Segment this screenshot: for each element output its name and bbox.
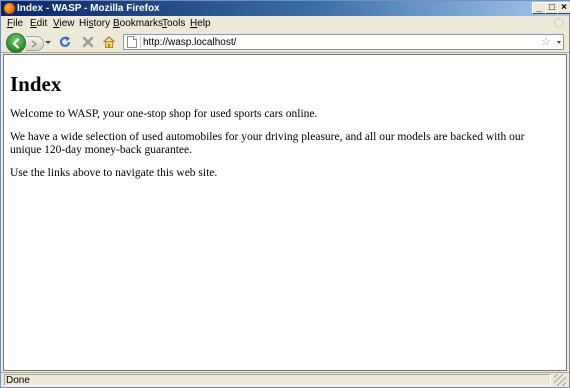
menu-edit-label: dit: [36, 18, 48, 29]
navigation-toolbar: ☆: [1, 31, 569, 53]
status-bar: Done: [1, 372, 569, 387]
menu-history[interactable]: History: [79, 17, 110, 30]
menu-bookmarks-accel: B: [113, 18, 120, 29]
page-icon: [127, 36, 137, 48]
home-icon: [102, 35, 116, 48]
reload-button[interactable]: [58, 35, 72, 49]
welcome-paragraph: Welcome to WASP, your one-stop shop for …: [10, 108, 318, 120]
menu-edit[interactable]: Edit: [30, 17, 47, 30]
bookmark-star-icon[interactable]: ☆: [541, 35, 551, 49]
home-button[interactable]: [102, 35, 116, 49]
page-heading: Index: [10, 72, 62, 96]
selection-paragraph: We have a wide selection of used automob…: [10, 131, 525, 156]
address-separator: [140, 36, 141, 48]
menu-view[interactable]: View: [53, 17, 75, 30]
back-arrow-icon: [12, 38, 20, 49]
menu-edit-accel: E: [30, 18, 37, 29]
menu-file-label: ile: [13, 18, 24, 29]
menu-tools-label: ools: [167, 18, 186, 29]
window-title: Index - WASP - Mozilla Firefox: [17, 3, 160, 14]
reload-icon: [59, 36, 71, 47]
minimize-button[interactable]: _: [532, 2, 546, 14]
status-panel: [4, 374, 551, 386]
url-dropdown-icon[interactable]: [557, 41, 561, 44]
menu-bookmarks[interactable]: Bookmarks: [113, 17, 163, 30]
menu-help[interactable]: Help: [190, 17, 211, 30]
address-bar[interactable]: ☆: [123, 34, 564, 50]
status-text: Done: [6, 375, 30, 386]
close-button[interactable]: ×: [557, 2, 570, 14]
browser-window: Index - WASP - Mozilla Firefox _ □ × Fil…: [0, 0, 570, 388]
title-bar[interactable]: Index - WASP - Mozilla Firefox _ □ ×: [1, 1, 570, 16]
resize-grip-icon[interactable]: [554, 374, 566, 386]
menu-file[interactable]: File: [7, 17, 23, 30]
firefox-icon: [4, 3, 15, 14]
menu-history-label: tory: [93, 18, 111, 29]
menu-bookmarks-label: ookmarks: [119, 18, 164, 29]
stop-icon: [82, 36, 94, 48]
forward-button[interactable]: [26, 36, 44, 51]
navigation-paragraph: Use the links above to navigate this web…: [10, 167, 218, 179]
menu-view-label: iew: [59, 18, 75, 29]
back-button[interactable]: [6, 33, 26, 53]
menu-bar: File Edit View History Bookmarks Tools H…: [1, 16, 569, 31]
forward-arrow-icon: [31, 40, 38, 48]
page-content: Index Welcome to WASP, your one-stop sho…: [3, 54, 567, 371]
url-input[interactable]: [143, 35, 523, 49]
menu-help-label: elp: [197, 18, 211, 29]
throbber-icon: [554, 18, 564, 28]
menu-tools[interactable]: Tools: [162, 17, 185, 30]
history-dropdown-icon[interactable]: [45, 41, 51, 44]
stop-button[interactable]: [81, 35, 95, 49]
